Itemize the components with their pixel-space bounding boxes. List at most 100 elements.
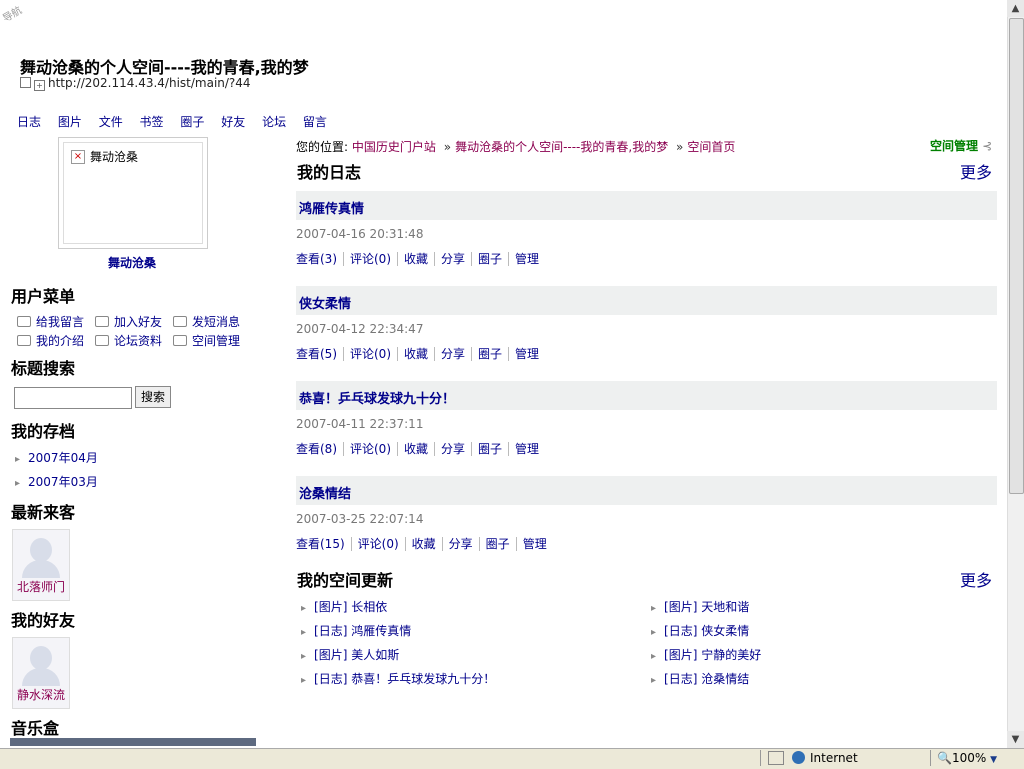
scroll-up-icon[interactable]: ▲ <box>1007 0 1024 17</box>
view-link[interactable]: 查看(15) <box>296 537 352 551</box>
status-bar <box>0 748 1024 769</box>
update-item[interactable]: [图片] 长相依 <box>301 598 387 615</box>
blog-section-title: 我的日志 <box>297 163 362 182</box>
post-title[interactable]: 鸿雁传真情 <box>299 198 364 217</box>
protected-mode-icon <box>768 751 784 765</box>
menu-forum-profile[interactable]: 论坛资料 <box>95 332 162 349</box>
nav-item-photos[interactable]: 图片 <box>58 115 82 129</box>
update-item[interactable]: [日志] 侠女柔情 <box>651 622 749 639</box>
nav-item-messages[interactable]: 留言 <box>303 115 327 129</box>
comment-link[interactable]: 评论(0) <box>351 537 406 551</box>
post-title[interactable]: 沧桑情结 <box>299 483 351 502</box>
update-item[interactable]: [图片] 天地和谐 <box>651 598 749 615</box>
post-actions: 查看(3) 评论(0) 收藏 分享 圈子 管理 <box>296 250 545 267</box>
favorite-link[interactable]: 收藏 <box>398 442 436 456</box>
breadcrumb-separator: » <box>443 140 452 154</box>
update-item[interactable]: [图片] 美人如斯 <box>301 646 399 663</box>
archive-item[interactable]: 2007年03月 <box>15 473 98 490</box>
share-link[interactable]: 分享 <box>435 442 473 456</box>
menu-my-intro[interactable]: 我的介绍 <box>17 332 84 349</box>
circle-link[interactable]: 圈子 <box>472 347 510 361</box>
add-icon[interactable]: + <box>34 80 45 91</box>
friend-card[interactable]: 静水深流 <box>12 637 70 709</box>
forum-icon <box>95 335 109 346</box>
nav-item-bookmarks[interactable]: 书签 <box>140 115 164 129</box>
avatar-placeholder-icon <box>30 646 52 670</box>
nav-item-friends[interactable]: 好友 <box>221 115 245 129</box>
user-menu-title: 用户菜单 <box>11 287 76 306</box>
favorite-link[interactable]: 收藏 <box>398 347 436 361</box>
search-input[interactable] <box>14 387 132 409</box>
avatar[interactable]: × 舞动沧桑 <box>63 142 203 244</box>
post-title[interactable]: 侠女柔情 <box>299 293 351 312</box>
menu-add-friend[interactable]: 加入好友 <box>95 313 162 330</box>
update-item[interactable]: [图片] 宁静的美好 <box>651 646 761 663</box>
nav-item-circles[interactable]: 圈子 <box>180 115 204 129</box>
archive-item[interactable]: 2007年04月 <box>15 449 98 466</box>
nav-item-forum[interactable]: 论坛 <box>262 115 286 129</box>
circle-link[interactable]: 圈子 <box>472 442 510 456</box>
update-item[interactable]: [日志] 沧桑情结 <box>651 670 749 687</box>
update-item[interactable]: [日志] 鸿雁传真情 <box>301 622 411 639</box>
breadcrumb-item[interactable]: 舞动沧桑的个人空间----我的青春,我的梦 <box>455 140 668 154</box>
post-date: 2007-04-16 20:31:48 <box>296 227 424 241</box>
comment-link[interactable]: 评论(0) <box>344 347 398 361</box>
post-date: 2007-03-25 22:07:14 <box>296 512 424 526</box>
friends-title: 我的好友 <box>11 611 76 630</box>
menu-leave-message[interactable]: 给我留言 <box>17 313 84 330</box>
avatar-name[interactable]: 舞动沧桑 <box>58 254 206 271</box>
comment-link[interactable]: 评论(0) <box>344 252 398 266</box>
copy-icon[interactable] <box>20 77 31 88</box>
search-title: 标题搜索 <box>11 359 76 378</box>
post-title-bar: 鸿雁传真情 <box>296 191 997 220</box>
manage-link[interactable]: 管理 <box>509 347 545 361</box>
nav-item-blog[interactable]: 日志 <box>17 115 41 129</box>
breadcrumb-prefix: 您的位置: <box>296 140 349 154</box>
comment-link[interactable]: 评论(0) <box>344 442 398 456</box>
share-link[interactable]: 分享 <box>435 347 473 361</box>
profile-icon <box>17 335 31 346</box>
menu-space-admin[interactable]: 空间管理 <box>173 332 240 349</box>
favorite-link[interactable]: 收藏 <box>398 252 436 266</box>
breadcrumb: 您的位置: 中国历史门户站 » 舞动沧桑的个人空间----我的青春,我的梦 » 空间… <box>296 138 735 155</box>
circle-link[interactable]: 圈子 <box>479 537 517 551</box>
breadcrumb-item[interactable]: 中国历史门户站 <box>352 140 436 154</box>
top-nav: 日志 图片 文件 书签 圈子 好友 论坛 留言 <box>17 113 340 130</box>
manage-link[interactable]: 管理 <box>509 442 545 456</box>
share-link[interactable]: 分享 <box>435 252 473 266</box>
zoom-control[interactable]: 🔍100% ▼ <box>937 751 997 765</box>
share-link[interactable]: 分享 <box>442 537 480 551</box>
visitor-name[interactable]: 北落师门 <box>13 578 69 595</box>
manage-link[interactable]: 管理 <box>509 252 545 266</box>
breadcrumb-item[interactable]: 空间首页 <box>687 140 735 154</box>
friend-name[interactable]: 静水深流 <box>13 686 69 703</box>
view-link[interactable]: 查看(3) <box>296 252 344 266</box>
visitor-card[interactable]: 北落师门 <box>12 529 70 601</box>
space-admin-link[interactable]: 空间管理 ⊰ <box>930 137 992 154</box>
zoom-icon: 🔍 <box>937 751 952 765</box>
music-player[interactable] <box>10 738 256 746</box>
favorite-link[interactable]: 收藏 <box>405 537 443 551</box>
scrollbar-thumb[interactable] <box>1009 18 1024 494</box>
nav-item-files[interactable]: 文件 <box>99 115 123 129</box>
view-link[interactable]: 查看(5) <box>296 347 344 361</box>
post-title[interactable]: 恭喜！乒乓球发球九十分！ <box>299 388 455 407</box>
view-link[interactable]: 查看(8) <box>296 442 344 456</box>
blog-more-link[interactable]: 更多 <box>960 159 992 183</box>
avatar-placeholder-icon <box>30 538 52 562</box>
scroll-down-icon[interactable]: ▼ <box>1007 731 1024 748</box>
admin-icon <box>173 335 187 346</box>
chevron-down-icon[interactable]: ▼ <box>990 755 997 765</box>
space-url[interactable]: http://202.114.43.4/hist/main/?44 <box>48 76 251 90</box>
breadcrumb-separator: » <box>676 140 684 154</box>
updates-more-link[interactable]: 更多 <box>960 567 992 591</box>
circle-link[interactable]: 圈子 <box>472 252 510 266</box>
status-divider <box>760 750 761 766</box>
music-title: 音乐盒 <box>11 719 60 738</box>
update-item[interactable]: [日志] 恭喜！乒乓球发球九十分！ <box>301 670 495 687</box>
corner-tab[interactable]: 导航 <box>0 0 31 27</box>
menu-send-message[interactable]: 发短消息 <box>173 313 240 330</box>
security-zone[interactable]: Internet <box>792 751 858 765</box>
manage-link[interactable]: 管理 <box>517 537 553 551</box>
search-button[interactable]: 搜索 <box>135 386 171 408</box>
